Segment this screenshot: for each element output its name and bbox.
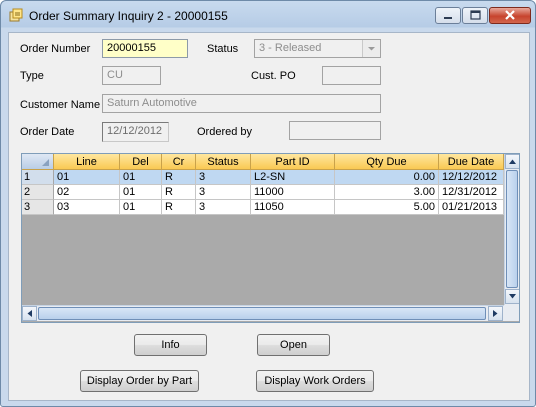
order-date-label: Order Date xyxy=(20,126,75,138)
table-row[interactable]: 1 01 01 R 3 L2-SN 0.00 12/12/2012 xyxy=(22,170,504,185)
order-number-field[interactable]: 20000155 xyxy=(102,39,188,58)
column-header-due-date[interactable]: Due Date xyxy=(439,154,504,170)
ordered-by-label: Ordered by xyxy=(197,126,253,138)
column-header-part-id[interactable]: Part ID xyxy=(251,154,335,170)
form-body: Order Number 20000155 Status 3 - Release… xyxy=(8,32,530,401)
scroll-corner xyxy=(504,305,519,321)
cell-cr[interactable]: R xyxy=(162,185,196,200)
row-header[interactable]: 2 xyxy=(22,185,54,200)
status-select[interactable]: 3 - Released xyxy=(254,39,381,58)
cell-status[interactable]: 3 xyxy=(196,170,251,185)
chevron-down-icon[interactable] xyxy=(362,40,380,57)
cell-due-date[interactable]: 12/12/2012 xyxy=(439,170,504,185)
open-button[interactable]: Open xyxy=(257,334,330,356)
status-value: 3 - Released xyxy=(259,42,322,54)
sort-corner-icon xyxy=(42,159,49,166)
type-field[interactable]: CU xyxy=(102,66,161,85)
cust-po-label: Cust. PO xyxy=(251,70,296,82)
cell-line[interactable]: 01 xyxy=(54,170,120,185)
cell-del[interactable]: 01 xyxy=(120,200,162,215)
cell-line[interactable]: 03 xyxy=(54,200,120,215)
cell-part-id[interactable]: 11050 xyxy=(251,200,335,215)
order-date-field[interactable]: 12/12/2012 xyxy=(102,122,169,142)
info-button[interactable]: Info xyxy=(134,334,207,356)
cell-qty-due[interactable]: 5.00 xyxy=(335,200,439,215)
cell-qty-due[interactable]: 3.00 xyxy=(335,185,439,200)
minimize-button[interactable] xyxy=(435,7,461,24)
maximize-button[interactable] xyxy=(462,7,488,24)
table-row[interactable]: 2 02 01 R 3 11000 3.00 12/31/2012 xyxy=(22,185,504,200)
cell-cr[interactable]: R xyxy=(162,170,196,185)
column-header-cr[interactable]: Cr xyxy=(162,154,196,170)
horizontal-scrollbar[interactable] xyxy=(22,305,504,321)
cell-part-id[interactable]: L2-SN xyxy=(251,170,335,185)
type-label: Type xyxy=(20,70,44,82)
customer-name-field[interactable]: Saturn Automotive xyxy=(102,94,381,113)
vertical-scrollbar[interactable] xyxy=(504,154,519,305)
arrow-right-icon xyxy=(493,310,498,317)
cell-qty-due[interactable]: 0.00 xyxy=(335,170,439,185)
scroll-down-button[interactable] xyxy=(505,289,519,304)
column-header-qty-due[interactable]: Qty Due xyxy=(335,154,439,170)
cell-cr[interactable]: R xyxy=(162,200,196,215)
row-header[interactable]: 3 xyxy=(22,200,54,215)
column-header-del[interactable]: Del xyxy=(120,154,162,170)
customer-name-label: Customer Name xyxy=(20,99,101,111)
horizontal-scroll-thumb[interactable] xyxy=(38,307,486,320)
grid-select-all[interactable] xyxy=(22,154,54,170)
arrow-up-icon xyxy=(509,159,516,164)
column-header-status[interactable]: Status xyxy=(196,154,251,170)
column-header-line[interactable]: Line xyxy=(54,154,120,170)
cell-del[interactable]: 01 xyxy=(120,185,162,200)
row-header[interactable]: 1 xyxy=(22,170,54,185)
close-icon xyxy=(505,10,515,20)
cell-line[interactable]: 02 xyxy=(54,185,120,200)
grid-header: Line Del Cr Status Part ID Qty Due Due D… xyxy=(22,154,504,170)
minimize-icon xyxy=(444,17,452,19)
order-number-label: Order Number xyxy=(20,43,91,55)
display-order-by-part-button[interactable]: Display Order by Part xyxy=(80,370,199,392)
cell-part-id[interactable]: 11000 xyxy=(251,185,335,200)
cell-status[interactable]: 3 xyxy=(196,200,251,215)
order-summary-window: Order Summary Inquiry 2 - 20000155 Order… xyxy=(0,0,536,407)
status-label: Status xyxy=(207,43,239,55)
vertical-scroll-thumb[interactable] xyxy=(506,170,518,288)
arrow-left-icon xyxy=(27,310,32,317)
display-work-orders-button[interactable]: Display Work Orders xyxy=(256,370,374,392)
cell-del[interactable]: 01 xyxy=(120,170,162,185)
cust-po-field[interactable] xyxy=(322,66,381,85)
title-bar[interactable]: Order Summary Inquiry 2 - 20000155 xyxy=(1,1,535,29)
scroll-up-button[interactable] xyxy=(505,154,519,169)
table-row[interactable]: 3 03 01 R 3 11050 5.00 01/21/2013 xyxy=(22,200,504,215)
cell-due-date[interactable]: 01/21/2013 xyxy=(439,200,504,215)
window-title: Order Summary Inquiry 2 - 20000155 xyxy=(29,9,228,23)
order-lines-grid[interactable]: Line Del Cr Status Part ID Qty Due Due D… xyxy=(21,153,520,323)
ordered-by-field[interactable] xyxy=(289,121,381,140)
app-icon xyxy=(9,8,23,22)
maximize-icon xyxy=(470,10,481,20)
scroll-left-button[interactable] xyxy=(22,306,37,321)
scroll-right-button[interactable] xyxy=(488,306,503,321)
cell-due-date[interactable]: 12/31/2012 xyxy=(439,185,504,200)
arrow-down-icon xyxy=(509,294,516,299)
cell-status[interactable]: 3 xyxy=(196,185,251,200)
close-button[interactable] xyxy=(489,7,531,24)
